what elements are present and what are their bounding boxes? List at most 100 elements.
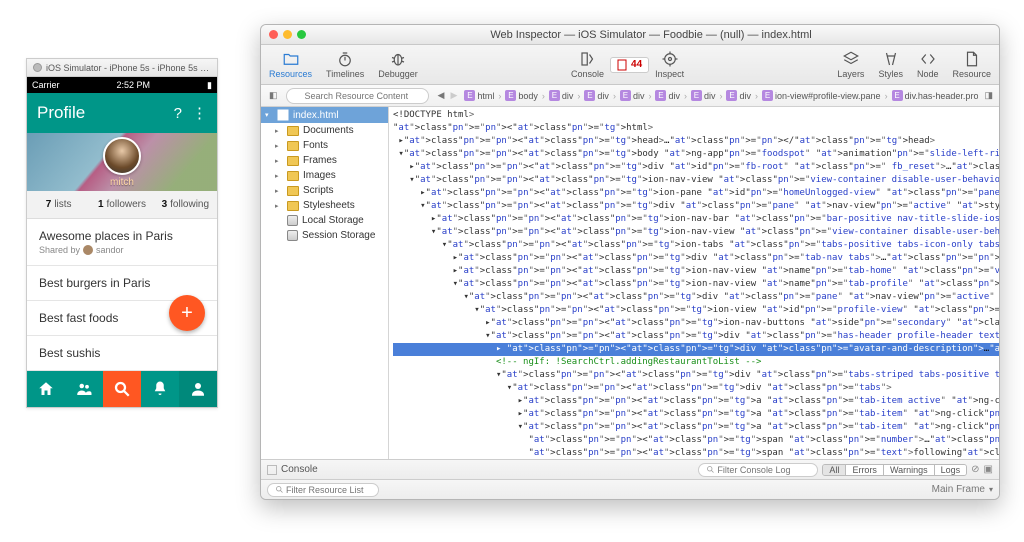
issue-badge[interactable]: 44 [610,57,649,73]
nav-debugger[interactable]: Debugger [378,50,418,79]
breadcrumb-item[interactable]: Ediv [545,90,578,101]
frame-menu-icon[interactable]: ▾ [989,485,993,494]
tree-root[interactable]: ▾ index.html [261,107,388,123]
dom-line[interactable]: ▸"at">class"pn">="pn"><"at">class"pn">="… [393,213,999,226]
seg-all[interactable]: All [823,465,846,475]
minimize-icon[interactable] [283,30,292,39]
dom-line[interactable]: ▾"at">class"pn">="pn"><"at">class"pn">="… [393,174,999,187]
tree-storage[interactable]: Local Storage [261,213,388,228]
search-input[interactable] [286,88,429,104]
fab-add-button[interactable]: + [169,295,205,331]
help-icon[interactable]: ? [174,105,182,122]
stat-followers[interactable]: 1followers [90,191,153,218]
dom-line[interactable]: "at">class"pn">="pn"><"at">class"pn">="t… [393,434,999,447]
folder-icon [287,186,299,196]
toggle-drawer-icon[interactable]: ▣ [984,464,993,475]
nav-resource[interactable]: Resource [952,50,991,79]
seg-errors[interactable]: Errors [846,465,884,475]
dom-line[interactable]: ▸"at">class"pn">="pn"><"at">class"pn">="… [393,252,999,265]
breadcrumb-item[interactable]: Ediv [651,90,684,101]
nav-back-icon[interactable]: ◀ [435,90,448,101]
folder-icon [287,156,299,166]
dom-source-panel[interactable]: <!DOCTYPE html>"at">class"pn">="pn"><"at… [389,107,999,459]
dom-line[interactable]: ▾"at">class"pn">="pn"><"at">class"pn">="… [393,200,999,213]
dom-line[interactable]: ▸"at">class"pn">="pn"><"at">class"pn">="… [393,135,999,148]
dom-line[interactable]: ▸"at">class"pn">="pn"><"at">class"pn">="… [393,161,999,174]
tab-home[interactable] [27,371,65,407]
breadcrumb-item[interactable]: Ediv [616,90,649,101]
resource-tree[interactable]: ▾ index.html ▸Documents▸Fonts▸Frames▸Ima… [261,107,389,459]
nav-layers[interactable]: Layers [837,50,864,79]
tab-notifications[interactable] [141,371,179,407]
console-filter-input[interactable] [698,463,818,477]
dom-line[interactable]: "at">class"pn">="pn"><"at">class"pn">="t… [393,447,999,459]
dom-line[interactable]: ▾"at">class"pn">="pn"><"at">class"pn">="… [393,304,999,317]
breadcrumb-item[interactable]: Ediv [687,90,720,101]
dom-line[interactable]: ▸"at">class"pn">="pn"><"at">class"pn">="… [393,265,999,278]
breadcrumb-item[interactable]: Ediv.has-header.profile-header.text-cent… [888,90,979,101]
dom-line[interactable]: ▾"at">class"pn">="pn"><"at">class"pn">="… [393,226,999,239]
list-item[interactable]: Awesome places in Paris Shared by sandor [27,219,217,266]
breadcrumb-item[interactable]: Ediv [722,90,755,101]
dom-line[interactable]: ▸"at">class"pn">="pn"><"at">class"pn">="… [393,395,999,408]
tab-people[interactable] [65,371,103,407]
breadcrumb-item[interactable]: Ebody [501,90,542,101]
dom-line[interactable]: ▾"at">class"pn">="pn"><"at">class"pn">="… [393,330,999,343]
nav-inspect[interactable]: Inspect [655,50,684,79]
dom-line[interactable]: ▾"at">class"pn">="pn"><"at">class"pn">="… [393,278,999,291]
dom-line[interactable]: <!DOCTYPE html> [393,109,999,122]
dom-line[interactable]: ▾"at">class"pn">="pn"><"at">class"pn">="… [393,291,999,304]
dom-line[interactable]: ▸"at">class"pn">="pn"><"at">class"pn">="… [393,317,999,330]
dom-line[interactable]: ▾"at">class"pn">="pn"><"at">class"pn">="… [393,239,999,252]
tree-folder[interactable]: ▸Images [261,168,388,183]
dom-line[interactable]: ▸"at">class"pn">="pn"><"at">class"pn">="… [393,408,999,421]
app-header: Profile ? ⋮ [27,93,217,133]
dom-line[interactable]: ▾"at">class"pn">="pn"><"at">class"pn">="… [393,421,999,434]
tree-folder[interactable]: ▸Documents [261,123,388,138]
ios-simulator-window: iOS Simulator - iPhone 5s - iPhone 5s / … [26,58,218,408]
avatar[interactable] [103,137,141,175]
tab-search[interactable] [103,371,141,407]
nav-resources[interactable]: Resources [269,50,312,79]
nav-timelines[interactable]: Timelines [326,50,364,79]
dom-line[interactable]: ▾"at">class"pn">="pn"><"at">class"pn">="… [393,148,999,161]
zoom-icon[interactable] [297,30,306,39]
element-badge-icon: E [549,90,560,101]
stat-following[interactable]: 3following [154,191,217,218]
clear-console-icon[interactable]: ⊘ [971,464,979,475]
folder-icon [287,126,299,136]
tree-folder[interactable]: ▸Frames [261,153,388,168]
close-icon[interactable] [269,30,278,39]
breadcrumb-item[interactable]: Ediv [580,90,613,101]
breadcrumb-item[interactable]: Eion-view#profile-view.pane [758,90,885,101]
dom-line[interactable]: ▾"at">class"pn">="pn"><"at">class"pn">="… [393,382,999,395]
tree-folder[interactable]: ▸Fonts [261,138,388,153]
inspector-titlebar[interactable]: Web Inspector — iOS Simulator — Foodbie … [261,25,999,45]
breadcrumb-item[interactable]: Ehtml [460,90,498,101]
nav-console[interactable]: Console [571,50,604,79]
dom-line[interactable]: "at">class"pn">="pn"><"at">class"pn">="t… [393,122,999,135]
nav-node[interactable]: Node [917,50,939,79]
nav-fwd-icon[interactable]: ▶ [447,90,460,101]
tab-profile[interactable] [179,371,217,407]
list-item[interactable]: Best sushis [27,336,217,371]
right-sidebar-toggle-icon[interactable]: ◨ [978,90,999,101]
seg-logs[interactable]: Logs [935,465,967,475]
menu-icon[interactable]: ⋮ [192,104,207,122]
tree-storage[interactable]: Session Storage [261,228,388,243]
nav-styles[interactable]: Styles [878,50,903,79]
dom-line[interactable]: ▸ "at">class"pn">="pn"><"at">class"pn">=… [393,343,999,356]
tree-folder[interactable]: ▸Scripts [261,183,388,198]
dom-line[interactable]: ▾"at">class"pn">="pn"><"at">class"pn">="… [393,369,999,382]
file-icon [963,50,981,68]
tree-folder[interactable]: ▸Stylesheets [261,198,388,213]
seg-warnings[interactable]: Warnings [884,465,935,475]
stat-lists[interactable]: 7lists [27,191,90,218]
console-label[interactable]: Console [281,464,318,475]
dom-line[interactable]: ▸"at">class"pn">="pn"><"at">class"pn">="… [393,187,999,200]
profile-icon [189,380,207,398]
dom-line[interactable]: <!-- ngIf: !SearchCtrl.addingRestaurantT… [393,356,999,369]
main-frame-label[interactable]: Main Frame [932,484,985,495]
log-level-segment[interactable]: All Errors Warnings Logs [822,464,967,476]
sidebar-toggle-icon[interactable]: ◧ [265,90,282,101]
